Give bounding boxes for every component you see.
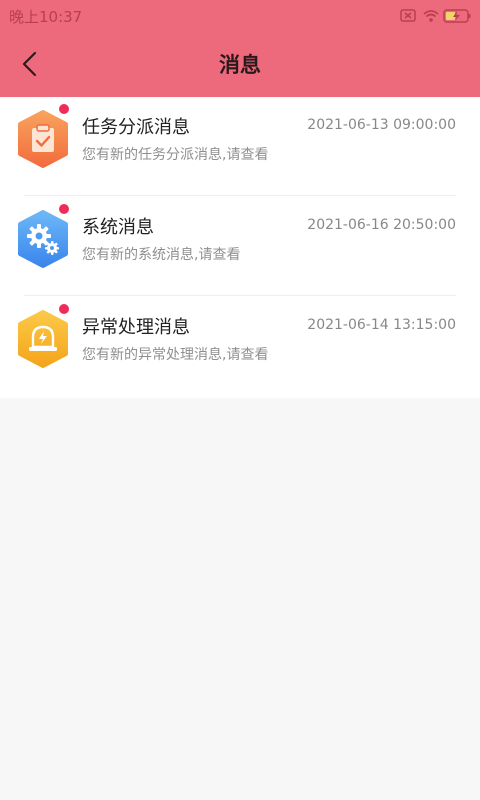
sim-icon	[400, 9, 416, 22]
battery-charging-icon	[443, 9, 471, 23]
message-item-system[interactable]: 系统消息 2021-06-16 20:50:00 您有新的系统消息,请查看	[0, 197, 480, 297]
unread-dot	[59, 104, 69, 114]
message-time: 2021-06-16 20:50:00	[307, 217, 456, 233]
message-item-exception[interactable]: 异常处理消息 2021-06-14 13:15:00 您有新的异常处理消息,请查…	[0, 297, 480, 397]
page-title: 消息	[219, 53, 261, 77]
message-title: 任务分派消息	[82, 117, 190, 138]
unread-dot	[59, 204, 69, 214]
gear-icon	[18, 210, 68, 268]
message-title: 系统消息	[82, 217, 154, 238]
divider	[24, 295, 456, 296]
message-time: 2021-06-14 13:15:00	[307, 317, 456, 333]
message-description: 您有新的异常处理消息,请查看	[82, 347, 269, 363]
message-description: 您有新的任务分派消息,请查看	[82, 147, 269, 163]
status-icons	[400, 7, 472, 25]
status-time: 晚上10:37	[9, 8, 83, 26]
title-bar: 消息	[0, 32, 480, 97]
unread-dot	[59, 304, 69, 314]
status-bar: 晚上10:37	[0, 0, 480, 32]
divider	[24, 195, 456, 196]
message-description: 您有新的系统消息,请查看	[82, 247, 241, 263]
message-item-task-dispatch[interactable]: 任务分派消息 2021-06-13 09:00:00 您有新的任务分派消息,请查…	[0, 97, 480, 197]
message-time: 2021-06-13 09:00:00	[307, 117, 456, 133]
message-title: 异常处理消息	[82, 317, 190, 338]
header: 晚上10:37 消息	[0, 0, 480, 97]
wifi-icon	[423, 10, 439, 22]
clipboard-check-icon	[18, 110, 68, 168]
message-list: 任务分派消息 2021-06-13 09:00:00 您有新的任务分派消息,请查…	[0, 97, 480, 398]
alarm-light-icon	[18, 310, 68, 368]
